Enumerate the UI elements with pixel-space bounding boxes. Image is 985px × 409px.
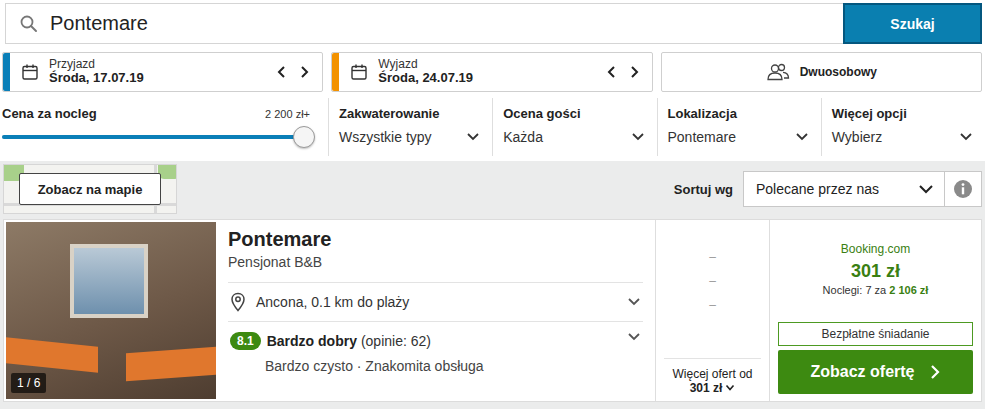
filter-value: Wybierz xyxy=(832,129,882,145)
rating-highlights: Bardzo czysto · Znakomita obsługa xyxy=(230,358,617,374)
map-preview[interactable]: Zobacz na mapie xyxy=(3,164,177,214)
filter-value: Pontemare xyxy=(668,129,736,145)
date-label: Przyjazd xyxy=(49,58,276,72)
next-day-icon[interactable] xyxy=(298,64,310,80)
filters-bar: Cena za nocleg 2 200 zł+ Zakwaterowanie … xyxy=(0,98,985,156)
filter-value: Każda xyxy=(503,129,543,145)
sort-value: Polecane przez nas xyxy=(756,181,879,197)
slider-thumb[interactable] xyxy=(293,126,315,148)
date-label: Wyjazd xyxy=(378,58,605,72)
chevron-down-icon xyxy=(795,132,809,142)
slider-track xyxy=(2,135,304,139)
previous-day-icon[interactable] xyxy=(606,64,618,80)
hotel-card: 1 / 6 Pontemare Pensjonat B&B Ancona, 0.… xyxy=(3,219,982,402)
date-value: Środa, 17.07.19 xyxy=(49,71,276,86)
calendar-icon xyxy=(21,63,39,81)
filter-dropdown[interactable]: Lokalizacja Pontemare xyxy=(657,98,821,156)
price-slider[interactable] xyxy=(2,121,316,139)
date-picker[interactable]: Przyjazd Środa, 17.07.19 xyxy=(2,52,323,92)
filter-dropdown[interactable]: Więcej opcji Wybierz xyxy=(821,98,985,156)
hotel-info: Pontemare Pensjonat B&B Ancona, 0.1 km d… xyxy=(216,220,656,401)
hotel-name[interactable]: Pontemare xyxy=(228,228,643,251)
info-icon xyxy=(953,179,973,199)
location-row[interactable]: Ancona, 0.1 km do plaży xyxy=(228,282,643,321)
previous-day-icon[interactable] xyxy=(276,64,288,80)
other-offer-price: – xyxy=(709,274,716,288)
chevron-down-icon xyxy=(631,132,645,142)
deal-price: 301 zł xyxy=(851,261,900,282)
chevron-down-icon xyxy=(466,132,480,142)
date-arrows xyxy=(606,64,640,80)
price-max: 2 200 zł+ xyxy=(265,108,310,120)
chevron-down-icon xyxy=(627,332,641,342)
photo-counter: 1 / 6 xyxy=(11,373,46,393)
search-icon xyxy=(20,15,38,33)
perk-badge: Bezpłatne śniadanie xyxy=(778,322,973,346)
rating-label: Bardzo dobry xyxy=(267,333,357,349)
chevron-down-icon xyxy=(627,297,641,307)
rating-row[interactable]: 8.1 Bardzo dobry (opinie: 62) Bardzo czy… xyxy=(228,321,643,374)
next-day-icon[interactable] xyxy=(628,64,640,80)
chevron-right-icon xyxy=(929,364,941,380)
more-offers-label: Więcej ofert od xyxy=(672,367,752,381)
sort-area: Sortuj wg Polecane przez nas xyxy=(674,171,982,207)
slider-fill xyxy=(2,135,304,139)
hotel-photo[interactable]: 1 / 6 xyxy=(6,222,216,399)
more-offers-button[interactable]: Więcej ofert od 301 zł xyxy=(664,358,761,401)
date-arrows xyxy=(276,64,310,80)
search-field[interactable]: Pontemare xyxy=(5,3,843,44)
price-filter: Cena za nocleg 2 200 zł+ xyxy=(0,98,328,156)
search-bar: Pontemare Szukaj xyxy=(5,3,982,44)
chevron-down-icon xyxy=(918,184,934,194)
provider-name: Booking.com xyxy=(841,242,910,256)
guests-label: Dwuosobowy xyxy=(800,65,877,79)
people-icon xyxy=(766,63,790,81)
other-offers: – – – Więcej ofert od 301 zł xyxy=(656,220,770,401)
dates-bar: Przyjazd Środa, 17.07.19 Wyjazd Środa, 2… xyxy=(2,52,982,92)
sort-info-button[interactable] xyxy=(945,171,982,207)
chevron-down-icon xyxy=(725,384,735,392)
best-deal: Booking.com 301 zł Noclegi: 7 za 2 106 z… xyxy=(770,220,981,401)
show-map-button[interactable]: Zobacz na mapie xyxy=(19,173,162,205)
hotel-search-page: Pontemare Szukaj Przyjazd Środa, 17.07.1… xyxy=(0,0,985,409)
hotel-type: Pensjonat B&B xyxy=(228,254,643,270)
filter-dropdown[interactable]: Zakwaterowanie Wszystkie typy xyxy=(328,98,492,156)
filter-dropdown[interactable]: Ocena gości Każda xyxy=(492,98,656,156)
other-offer-price: – xyxy=(709,298,716,312)
calendar-icon xyxy=(350,63,368,81)
view-deal-button[interactable]: Zobacz ofertę xyxy=(778,350,973,394)
search-button[interactable]: Szukaj xyxy=(843,3,982,44)
results-list: 1 / 6 Pontemare Pensjonat B&B Ancona, 0.… xyxy=(0,217,985,409)
price-label: Cena za nocleg xyxy=(2,106,97,121)
filter-label: Lokalizacja xyxy=(668,106,809,121)
chevron-down-icon xyxy=(959,132,973,142)
date-accent xyxy=(3,53,10,91)
results-toolbar: Zobacz na mapie Sortuj wg Polecane przez… xyxy=(0,161,985,217)
review-count: (opinie: 62) xyxy=(361,333,431,349)
guests-picker[interactable]: Dwuosobowy xyxy=(661,52,982,92)
filter-label: Zakwaterowanie xyxy=(339,106,480,121)
filter-label: Więcej opcji xyxy=(832,106,973,121)
location-pin-icon xyxy=(230,292,246,312)
date-text: Przyjazd Środa, 17.07.19 xyxy=(49,58,276,87)
rating-badge: 8.1 xyxy=(230,332,261,350)
sort-label: Sortuj wg xyxy=(674,182,733,197)
location-text: Ancona, 0.1 km do plaży xyxy=(256,294,617,310)
date-text: Wyjazd Środa, 24.07.19 xyxy=(378,58,605,87)
more-offers-price: 301 zł xyxy=(690,381,736,395)
sort-select[interactable]: Polecane przez nas xyxy=(743,171,945,207)
date-picker[interactable]: Wyjazd Środa, 24.07.19 xyxy=(331,52,652,92)
filter-value: Wszystkie typy xyxy=(339,129,432,145)
stay-total: Noclegi: 7 za 2 106 zł xyxy=(823,284,929,296)
filter-label: Ocena gości xyxy=(503,106,644,121)
search-input-value: Pontemare xyxy=(50,12,148,35)
date-value: Środa, 24.07.19 xyxy=(378,71,605,86)
other-offer-price: – xyxy=(709,250,716,264)
date-accent xyxy=(332,53,339,91)
